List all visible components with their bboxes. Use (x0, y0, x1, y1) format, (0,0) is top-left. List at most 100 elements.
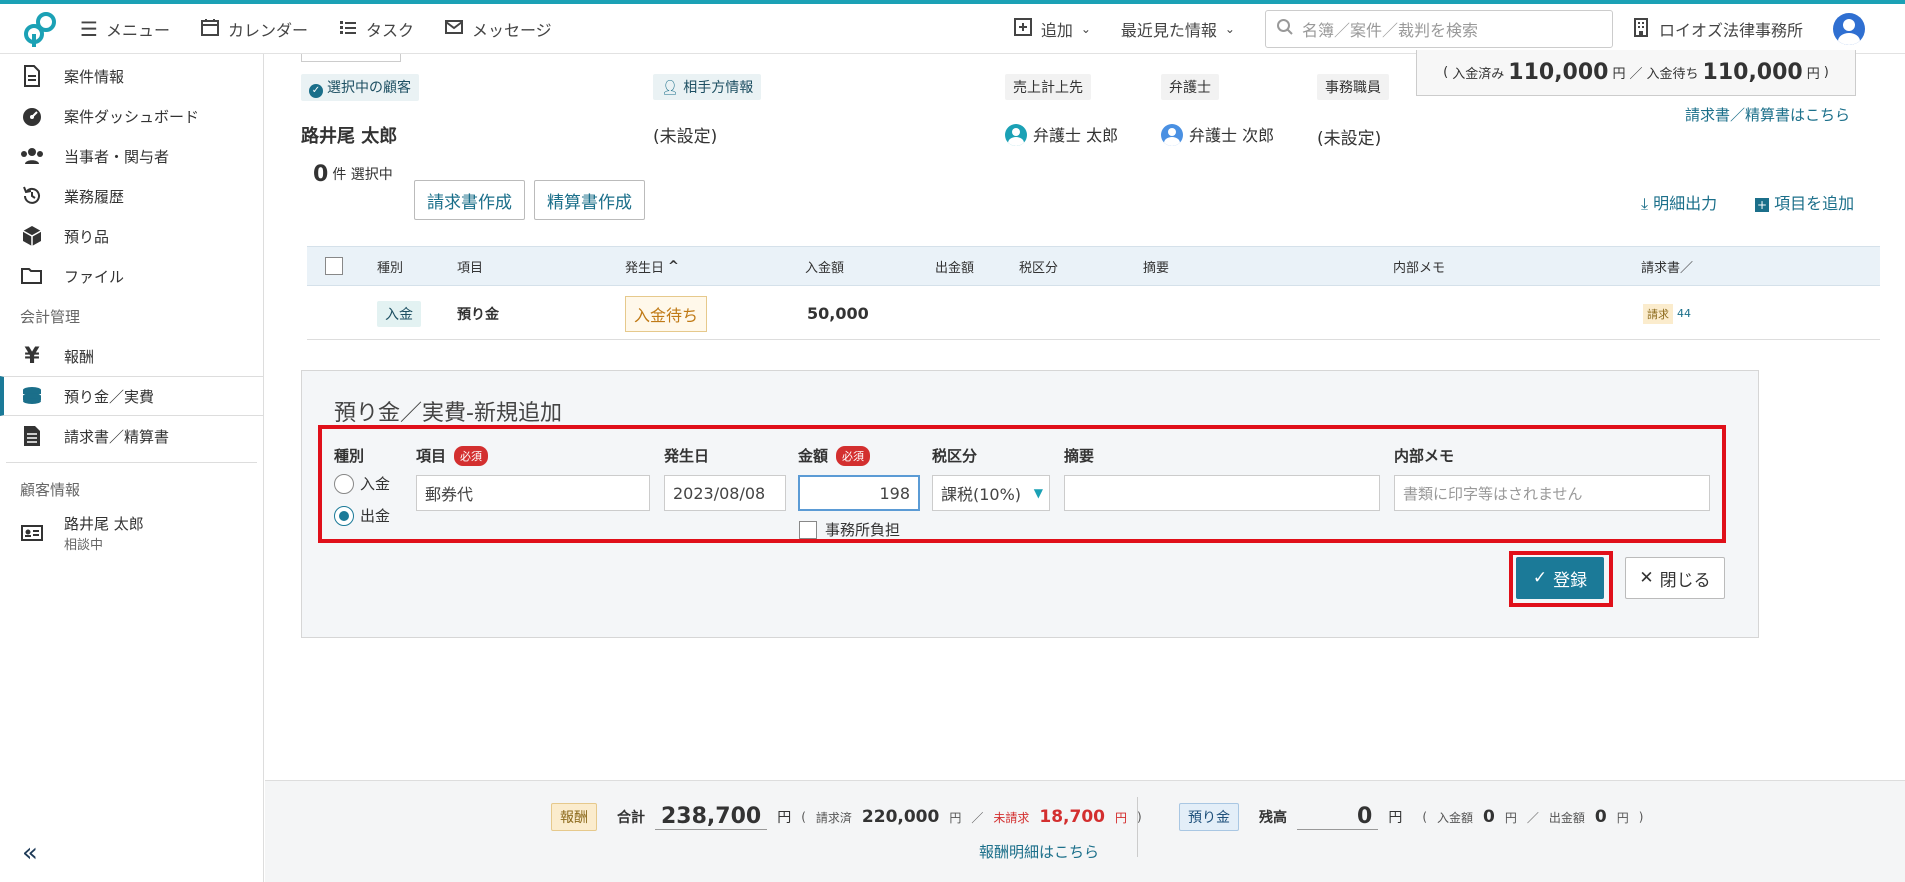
row-item: 預り金 (457, 306, 499, 323)
sidebar-collapse-icon[interactable]: « (22, 838, 38, 868)
user-icon (1161, 124, 1183, 146)
col-tax[interactable]: 税区分 (1019, 247, 1058, 285)
staff-label: 事務職員 (1317, 74, 1389, 100)
submit-button[interactable]: ✓ 登録 (1516, 557, 1604, 599)
export-button[interactable]: ⤓ 明細出力 (1641, 190, 1717, 214)
add-item-button[interactable]: + 項目を追加 (1755, 190, 1854, 214)
col-out-amount[interactable]: 出金額 (935, 247, 974, 285)
amount-input[interactable]: 198 (798, 475, 920, 511)
sidebar-item-history[interactable]: 業務履歴 (0, 176, 263, 216)
date-label: 発生日 (664, 447, 710, 465)
sidebar-item-label: 案件ダッシュボード (64, 107, 200, 126)
radio-withdrawal[interactable]: 出金 (334, 505, 390, 526)
create-statement-button[interactable]: 精算書作成 (534, 180, 645, 220)
summary-input[interactable] (1064, 475, 1380, 511)
sales-label: 売上計上先 (1005, 74, 1091, 100)
sidebar-item-deposits-expenses[interactable]: 預り金／実費 (0, 376, 263, 416)
selected-client-name[interactable]: 路井尾 太郎 (301, 122, 397, 148)
fee-tag: 報酬 (551, 803, 597, 831)
col-invoice[interactable]: 請求書／ (1641, 247, 1693, 285)
recent-menu[interactable]: 最近見た情報 ⌄ (1121, 17, 1235, 41)
sidebar-item-parties[interactable]: 当事者・関与者 (0, 136, 263, 176)
sidebar-item-invoices[interactable]: 請求書／精算書 (0, 416, 263, 456)
table-header: 種別 項目 発生日 ^ 入金額 出金額 税区分 摘要 内部メモ 請求書／ (307, 246, 1880, 286)
check-circle-icon: ✓ (309, 84, 323, 98)
close-button[interactable]: ✕ 閉じる (1625, 557, 1725, 599)
memo-input[interactable]: 書類に印字等はされません (1394, 475, 1710, 511)
sidebar-item-deposit-items[interactable]: 預り品 (0, 216, 263, 256)
sidebar-section-accounting: 会計管理 (20, 307, 81, 326)
recent-menu-label: 最近見た情報 (1120, 21, 1217, 40)
nav-menu[interactable]: ☰ メニュー (80, 17, 170, 41)
invoice-link[interactable]: 請求書／精算書はこちら (1685, 104, 1850, 125)
app-logo[interactable] (0, 4, 80, 54)
users-icon (20, 144, 44, 168)
pending-value: 110,000 (1702, 60, 1803, 85)
id-card-icon (20, 521, 44, 545)
sidebar-item-client[interactable]: 路井尾 太郎 相談中 (0, 509, 263, 557)
create-invoice-button[interactable]: 請求書作成 (414, 180, 525, 220)
selected-count: 0 件 選択中 (313, 161, 393, 187)
nav-tasks[interactable]: タスク (338, 17, 414, 41)
type-label: 種別 (334, 447, 365, 465)
col-date[interactable]: 発生日 ^ (625, 247, 679, 285)
deposit-summary: 預り金 残高 0 円 ( 入金額 0 円 ／ 出金額 0 円 ) (1179, 803, 1643, 831)
summary-footer: 報酬 合計 238,700 円 ( 請求済 220,000 円 ／ 未請求 18… (265, 780, 1905, 882)
plus-square-icon: + (1755, 198, 1769, 212)
building-icon (1631, 17, 1651, 41)
col-memo[interactable]: 内部メモ (1393, 247, 1445, 285)
caret-down-icon: ▼ (1033, 486, 1043, 500)
user-avatar[interactable] (1833, 13, 1865, 45)
sidebar-item-case-info[interactable]: 案件情報 (0, 56, 263, 96)
invoice-number[interactable]: 44 (1677, 307, 1691, 320)
nav-tasks-label: タスク (365, 20, 414, 40)
sales-value[interactable]: 弁護士 太郎 (1005, 122, 1118, 146)
radio-deposit[interactable]: 入金 (334, 473, 390, 494)
person-icon: 👤︎ (661, 80, 679, 96)
lawyer-value[interactable]: 弁護士 次郎 (1161, 122, 1274, 146)
col-summary[interactable]: 摘要 (1143, 247, 1169, 285)
opponent-label: 👤︎ 相手方情報 (653, 74, 762, 100)
sidebar: 案件情報 案件ダッシュボード 当事者・関与者 業務履歴 預り品 ファイル 会計管… (0, 54, 264, 882)
global-search-input[interactable]: 名簿／案件／裁判を検索 (1264, 10, 1613, 48)
type-badge: 入金 (377, 300, 421, 327)
chevron-down-icon: ⌄ (1224, 22, 1235, 36)
case-header-partial (301, 54, 401, 62)
invoice-icon (20, 424, 44, 448)
firm-selector[interactable]: ロイオズ法律事務所 (1631, 17, 1803, 41)
sidebar-divider (6, 462, 257, 463)
dashboard-icon (20, 104, 44, 128)
row-amount: 50,000 (807, 304, 869, 323)
nav-calendar[interactable]: カレンダー (200, 17, 308, 41)
sidebar-item-files[interactable]: ファイル (0, 256, 263, 296)
date-input[interactable]: 2023/08/08 (664, 475, 786, 511)
office-burden-checkbox[interactable]: 事務所負担 (799, 519, 900, 540)
sidebar-item-dashboard[interactable]: 案件ダッシュボード (0, 96, 263, 136)
col-in-amount[interactable]: 入金額 (805, 247, 844, 285)
lawyer-label: 弁護士 (1161, 74, 1219, 100)
unbilled-value: 18,700 (1039, 807, 1105, 827)
top-bar: ☰ メニュー カレンダー タスク メッセージ 追加 ⌄ 最近見た情報 ⌄ 名簿／… (0, 0, 1905, 54)
nav-messages[interactable]: メッセージ (444, 17, 552, 41)
balance-summary-box: (入金済み 110,000 円／ 入金待ち 110,000 円) (1416, 50, 1856, 96)
amount-label: 金額 必須 (798, 445, 871, 466)
item-input[interactable]: 郵券代 (416, 475, 650, 511)
item-label: 項目 必須 (416, 445, 489, 466)
table-row[interactable]: 入金 預り金 入金待ち 50,000 請求 44 (307, 288, 1880, 340)
tax-select[interactable]: 課税(10%) ▼ (932, 475, 1050, 511)
main-content: ✓ 選択中の顧客 路井尾 太郎 👤︎ 相手方情報 (未設定) 売上計上先 弁護士 … (265, 50, 1905, 882)
hamburger-icon: ☰ (80, 16, 98, 41)
add-menu-label: 追加 (1040, 21, 1073, 40)
fee-detail-link[interactable]: 報酬明細はこちら (979, 841, 1099, 862)
add-menu[interactable]: 追加 ⌄ (1013, 17, 1091, 41)
close-icon: ✕ (1639, 568, 1654, 588)
sidebar-item-label: 業務履歴 (64, 187, 125, 206)
select-all-checkbox[interactable] (325, 247, 343, 285)
search-placeholder: 名簿／案件／裁判を検索 (1301, 21, 1478, 40)
sidebar-item-label: 預り品 (64, 227, 110, 246)
col-type[interactable]: 種別 (377, 247, 403, 285)
sidebar-item-label: 当事者・関与者 (64, 147, 170, 166)
status-badge: 入金待ち (625, 295, 708, 332)
sidebar-item-fees[interactable]: ¥ 報酬 (0, 336, 263, 376)
col-item[interactable]: 項目 (457, 247, 483, 285)
